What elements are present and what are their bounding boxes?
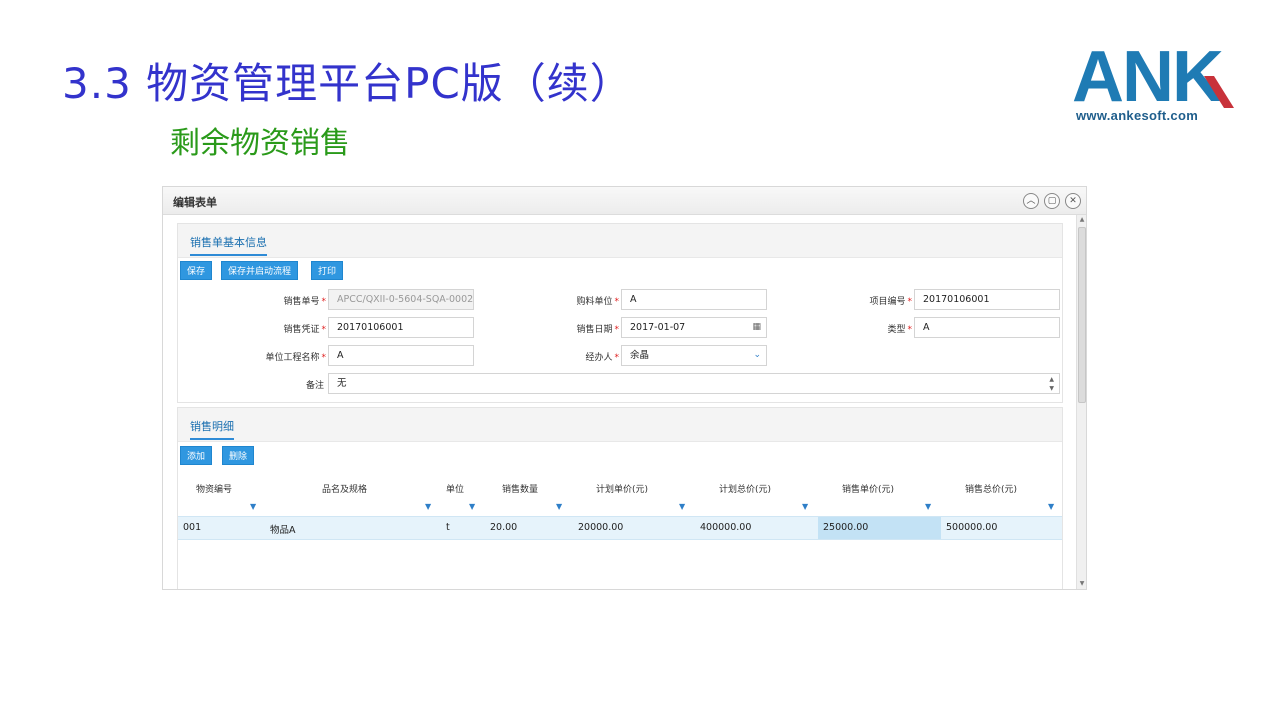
cell-unit[interactable]: t <box>446 522 450 533</box>
column-header-plan-total[interactable]: 计划总价(元) <box>719 482 771 495</box>
restore-icon[interactable]: ▢ <box>1044 193 1060 209</box>
cell-name-spec[interactable]: 物品A <box>270 522 296 536</box>
cell-plan-unit-price[interactable]: 20000.00 <box>578 522 623 533</box>
window-title: 编辑表单 <box>173 196 217 209</box>
column-header-sale-total[interactable]: 销售总价(元) <box>965 482 1017 495</box>
column-header-plan-unit-price[interactable]: 计划单价(元) <box>596 482 648 495</box>
project-name-label: 单位工程名称 * <box>265 353 326 363</box>
buyer-label: 购料单位 * <box>576 297 619 307</box>
project-name-field[interactable]: A <box>328 345 474 366</box>
close-icon[interactable]: ✕ <box>1065 193 1081 209</box>
chevron-down-icon[interactable]: ⌄ <box>753 346 761 365</box>
voucher-field[interactable]: 20170106001 <box>328 317 474 338</box>
column-header-unit[interactable]: 单位 <box>446 482 464 495</box>
project-no-label: 项目编号 * <box>869 297 912 307</box>
filter-icon[interactable]: ▼ <box>556 502 562 511</box>
column-header-sale-qty[interactable]: 销售数量 <box>502 482 538 495</box>
voucher-label: 销售凭证 * <box>283 325 326 335</box>
column-header-material-no[interactable]: 物资编号 <box>196 482 232 495</box>
save-and-start-flow-button[interactable]: 保存并启动流程 <box>221 261 299 280</box>
logo-url: www.ankesoft.com <box>1076 108 1199 123</box>
handler-value: 余晶 <box>630 350 650 361</box>
column-header-name-spec[interactable]: 品名及规格 <box>322 482 367 495</box>
remark-field[interactable]: 无 ▲ ▼ <box>328 373 1060 394</box>
handler-label: 经办人 * <box>585 353 619 363</box>
cell-sale-total[interactable]: 500000.00 <box>946 522 997 533</box>
save-button[interactable]: 保存 <box>180 261 213 280</box>
type-label: 类型 * <box>887 325 912 335</box>
basic-info-panel: 销售单基本信息 保存 保存并启动流程 打印 销售单号 * APCC/QXII-0-… <box>177 223 1063 403</box>
slide: 3.3 物资管理平台PC版（续） 剩余物资销售 ANK www.ankesoft… <box>0 0 1280 720</box>
filter-icon[interactable]: ▼ <box>925 502 931 511</box>
ank-logo: ANK www.ankesoft.com <box>1072 37 1234 126</box>
print-button[interactable]: 打印 <box>311 261 344 280</box>
scroll-thumb[interactable] <box>1078 227 1086 403</box>
logo-letters: ANK <box>1072 37 1224 117</box>
filter-icon[interactable]: ▼ <box>469 502 475 511</box>
filter-icon[interactable]: ▼ <box>1048 502 1054 511</box>
sale-date-label: 销售日期 * <box>576 325 619 335</box>
column-header-sale-unit-price[interactable]: 销售单价(元) <box>842 482 894 495</box>
basic-info-header: 销售单基本信息 <box>178 224 1062 258</box>
slide-title: 3.3 物资管理平台PC版（续） <box>62 59 633 108</box>
filter-icon[interactable]: ▼ <box>679 502 685 511</box>
scroll-up-arrow-icon[interactable]: ▲ <box>1077 215 1086 225</box>
cell-plan-total[interactable]: 400000.00 <box>700 522 751 533</box>
buyer-field[interactable]: A <box>621 289 767 310</box>
remark-value: 无 <box>337 378 347 389</box>
delete-button[interactable]: 删除 <box>222 446 255 465</box>
filter-icon[interactable]: ▼ <box>250 502 256 511</box>
sale-no-label: 销售单号 * <box>283 297 326 307</box>
chevron-up-icon[interactable]: ︿ <box>1023 193 1039 209</box>
table-row[interactable]: 001 物品A t 20.00 20000.00 400000.00 25000… <box>178 516 1062 540</box>
edit-form-window: 编辑表单 ︿ ▢ ✕ ▲ ▼ 销售单基本信息 保存 保存并启动流程 打印 销售单… <box>162 186 1087 590</box>
logo-accent-icon <box>1204 76 1234 108</box>
filter-icon[interactable]: ▼ <box>802 502 808 511</box>
sales-detail-panel: 销售明细 添加 删除 物资编号 品名及规格 单位 销售数量 计划单价(元) 计划… <box>177 407 1063 589</box>
sale-date-value: 2017-01-07 <box>630 322 686 333</box>
sale-date-field[interactable]: 2017-01-07 ▦ <box>621 317 767 338</box>
window-titlebar: 编辑表单 ︿ ▢ ✕ <box>163 187 1086 215</box>
cell-sale-unit-price[interactable]: 25000.00 <box>823 522 868 533</box>
project-no-field[interactable]: 20170106001 <box>914 289 1060 310</box>
sale-no-field[interactable]: APCC/QXII-0-5604-SQA-0002 <box>328 289 474 310</box>
vertical-scrollbar[interactable]: ▲ ▼ <box>1076 215 1086 589</box>
handler-select[interactable]: 余晶 ⌄ <box>621 345 767 366</box>
sales-detail-header: 销售明细 <box>178 408 1062 442</box>
slide-subtitle: 剩余物资销售 <box>170 126 350 161</box>
calendar-icon[interactable]: ▦ <box>752 318 761 337</box>
remark-label: 备注 <box>305 381 324 391</box>
tab-basic-info[interactable]: 销售单基本信息 <box>190 234 267 256</box>
filter-icon[interactable]: ▼ <box>425 502 431 511</box>
type-field[interactable]: A <box>914 317 1060 338</box>
cell-material-no[interactable]: 001 <box>183 522 201 533</box>
scroll-down-arrow-icon[interactable]: ▼ <box>1077 579 1086 589</box>
spinner-icon[interactable]: ▲ ▼ <box>1049 375 1054 393</box>
add-button[interactable]: 添加 <box>180 446 213 465</box>
grid-filter-row: ▼ ▼ ▼ ▼ ▼ ▼ ▼ ▼ <box>178 500 1062 516</box>
cell-sale-qty[interactable]: 20.00 <box>490 522 517 533</box>
tab-sales-detail[interactable]: 销售明细 <box>190 418 234 440</box>
